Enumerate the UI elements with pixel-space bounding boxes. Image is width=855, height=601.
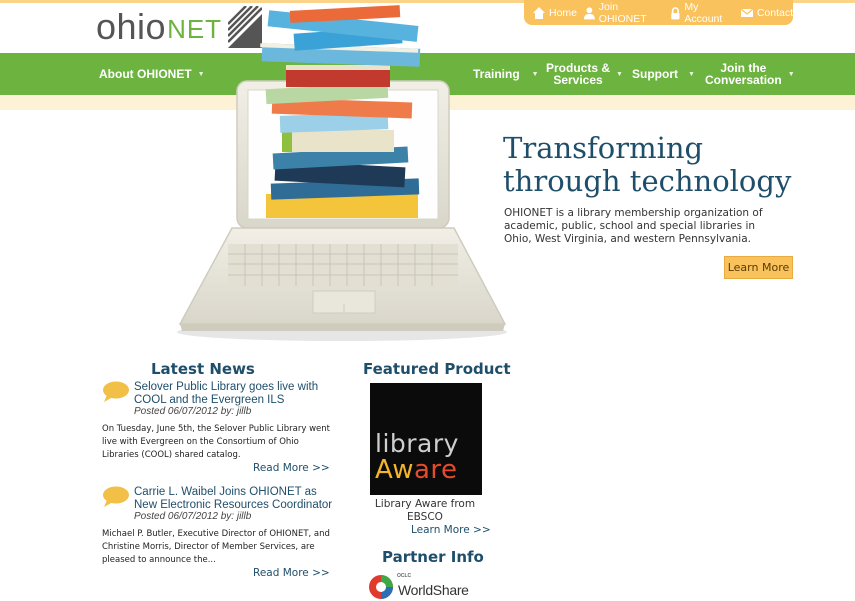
nav-join-label: Join the Conversation <box>705 62 782 86</box>
util-account-link[interactable]: My Account <box>669 1 734 25</box>
util-join-label: Join OHIONET <box>598 0 647 25</box>
library-aware-aw: Aw <box>375 455 414 485</box>
oclc-label: OCLC <box>397 573 412 579</box>
util-account-label: My Account <box>684 0 723 25</box>
util-contact-link[interactable]: Contact <box>740 6 793 20</box>
dropdown-arrow-icon: ▼ <box>616 70 623 78</box>
nav-products-line2: Services <box>553 73 603 87</box>
home-icon <box>533 6 545 19</box>
nav-join-line2: Conversation <box>705 73 782 87</box>
read-more-link[interactable]: Read More >> <box>253 462 330 474</box>
library-aware-word2: Aware <box>375 455 458 485</box>
news-title-link[interactable]: Carrie L. Waibel Joins OHIONET as New El… <box>134 486 334 512</box>
news-date: Posted 06/07/2012 by: jillb <box>134 511 252 522</box>
library-aware-image[interactable]: library Aware <box>370 383 482 495</box>
laptop-books-hero-image <box>177 5 507 341</box>
util-contact-label: Contact <box>756 6 793 19</box>
dropdown-arrow-icon: ▼ <box>531 70 539 78</box>
util-join-link[interactable]: Join OHIONET <box>583 1 663 25</box>
featured-caption: Library Aware from EBSCO <box>374 498 476 523</box>
hero-title: Transforming through technology <box>503 132 791 198</box>
learn-more-button[interactable]: Learn More <box>724 256 793 279</box>
utility-bar: Home Join OHIONET My Account Contact <box>524 0 793 25</box>
nav-products[interactable]: Products & Services ▼ <box>546 53 623 95</box>
hero-title-line2: through technology <box>503 164 792 198</box>
latest-news-heading: Latest News <box>151 360 255 378</box>
news-title-link[interactable]: Selover Public Library goes live with CO… <box>134 381 334 407</box>
nav-support-label: Support <box>632 67 678 81</box>
worldshare-logo[interactable]: OCLC WorldShare <box>368 573 469 600</box>
library-aware-are: are <box>414 455 458 485</box>
logo-ohio-text: ohio <box>96 6 167 47</box>
news-date: Posted 06/07/2012 by: jillb <box>134 406 252 417</box>
user-icon <box>583 6 595 19</box>
partner-info-heading: Partner Info <box>382 548 484 566</box>
nav-join-conversation[interactable]: Join the Conversation ▼ <box>705 53 795 95</box>
nav-products-label: Products & Services <box>546 62 610 86</box>
news-excerpt: Michael P. Butler, Executive Director of… <box>102 529 330 565</box>
read-more-link[interactable]: Read More >> <box>253 567 330 579</box>
hero-description: OHIONET is a library membership organiza… <box>504 207 763 245</box>
dropdown-arrow-icon: ▼ <box>688 70 695 78</box>
worldshare-globe-icon <box>369 575 393 599</box>
news-excerpt: On Tuesday, June 5th, the Selover Public… <box>102 424 330 460</box>
hero-title-line1: Transforming <box>503 131 704 165</box>
library-aware-word1: library <box>375 429 459 458</box>
featured-product-heading: Featured Product <box>363 360 511 378</box>
nav-support[interactable]: Support ▼ <box>632 53 695 95</box>
util-home-link[interactable]: Home <box>532 6 577 20</box>
speech-bubble-icon <box>103 381 129 402</box>
dropdown-arrow-icon: ▼ <box>787 70 795 78</box>
envelope-icon <box>740 8 754 17</box>
util-home-label: Home <box>549 6 578 19</box>
featured-learn-more-link[interactable]: Learn More >> <box>411 524 491 536</box>
worldshare-text: WorldShare <box>398 581 469 598</box>
lock-icon <box>670 6 680 19</box>
speech-bubble-icon <box>103 486 129 507</box>
